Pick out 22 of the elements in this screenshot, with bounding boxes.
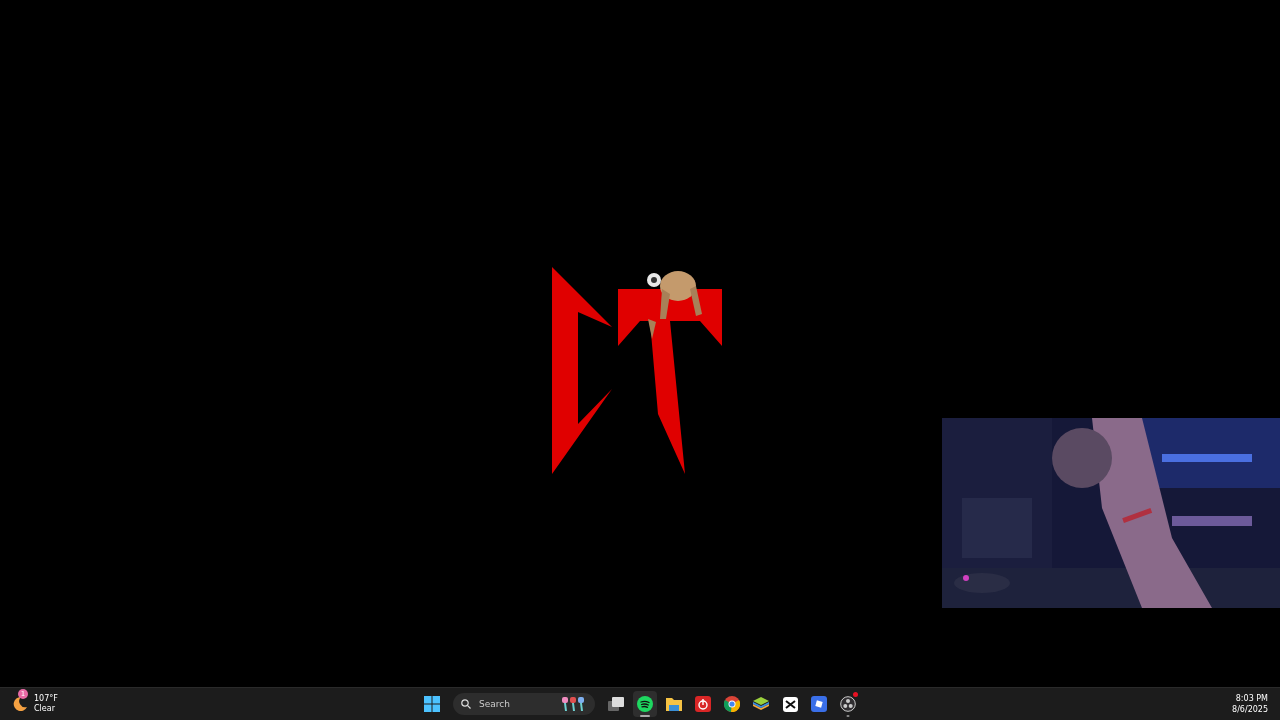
search-field[interactable]: Search bbox=[477, 698, 555, 710]
clock-date: 8/6/2025 bbox=[1232, 704, 1268, 715]
layers-icon bbox=[753, 697, 769, 711]
search-bar[interactable]: Search bbox=[453, 693, 595, 715]
windows-stack-icon bbox=[608, 697, 624, 711]
tilted-square-icon bbox=[811, 696, 827, 712]
moon-icon bbox=[12, 696, 28, 712]
taskbar-app-button[interactable] bbox=[633, 691, 657, 717]
recorder-icon bbox=[840, 696, 856, 712]
weather-condition: Clear bbox=[34, 704, 56, 714]
notification-dot bbox=[853, 692, 858, 697]
browser-icon bbox=[724, 696, 740, 712]
editor-app-icon bbox=[782, 696, 798, 712]
running-indicator bbox=[640, 715, 650, 717]
clock-time: 8:03 PM bbox=[1235, 693, 1268, 704]
windows-icon bbox=[424, 696, 440, 712]
folder-icon bbox=[666, 697, 682, 711]
power-app-icon bbox=[695, 696, 711, 712]
search-icon bbox=[461, 699, 471, 709]
paintbrushes-icon bbox=[561, 697, 587, 711]
weather-temperature: 107°F bbox=[34, 694, 58, 704]
music-app-icon bbox=[637, 696, 653, 712]
